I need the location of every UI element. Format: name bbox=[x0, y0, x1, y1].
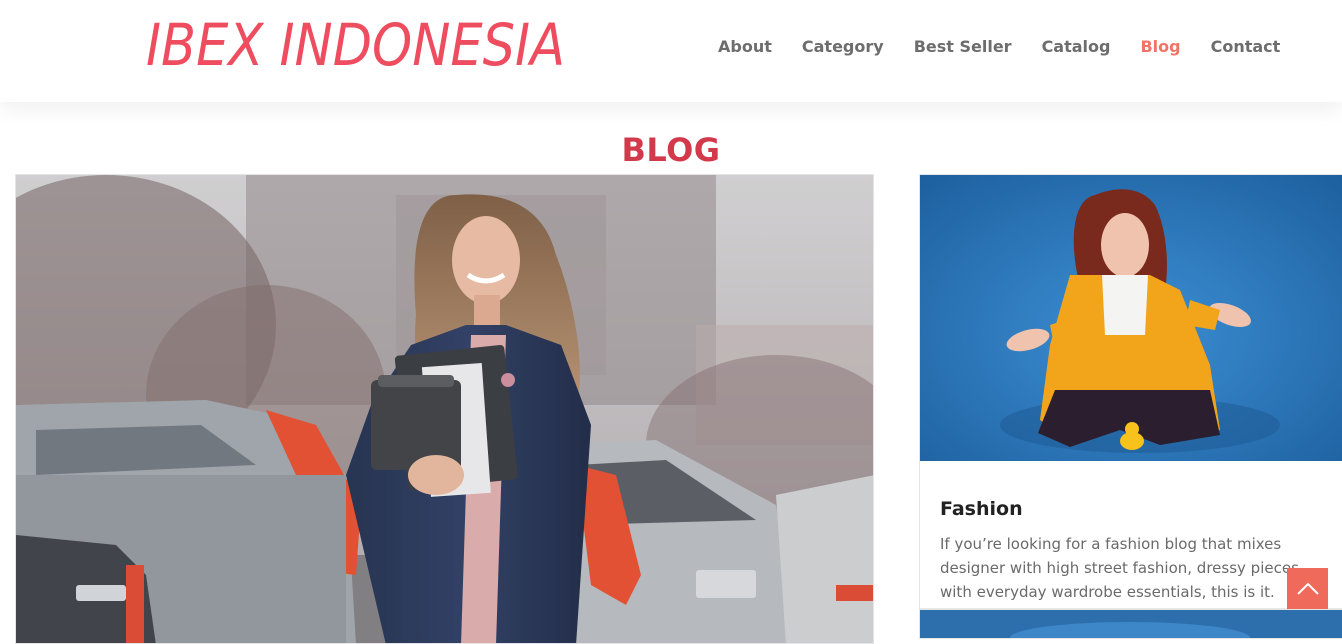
nav-item-contact[interactable]: Contact bbox=[1211, 36, 1281, 58]
nav-item-catalog[interactable]: Catalog bbox=[1042, 36, 1111, 58]
fashion-photo bbox=[920, 175, 1342, 461]
nav-item-about[interactable]: About bbox=[718, 36, 772, 58]
nav-item-category[interactable]: Category bbox=[802, 36, 884, 58]
nav-item-best-seller[interactable]: Best Seller bbox=[914, 36, 1012, 58]
blog-card-next[interactable] bbox=[919, 609, 1342, 639]
site-logo[interactable]: IBEX INDONESIA bbox=[146, 12, 565, 78]
blog-card-excerpt: If you’re looking for a fashion blog tha… bbox=[940, 535, 1299, 601]
chevron-up-icon bbox=[1296, 582, 1319, 595]
blog-card-fashion[interactable]: Fashion If you’re looking for a fashion … bbox=[919, 174, 1342, 609]
nav-item-blog[interactable]: Blog bbox=[1140, 36, 1180, 58]
back-to-top-button[interactable] bbox=[1287, 568, 1328, 609]
blog-card-image[interactable] bbox=[920, 175, 1342, 461]
next-card-photo bbox=[920, 610, 1342, 638]
featured-photo bbox=[16, 175, 873, 643]
featured-post-image[interactable] bbox=[15, 174, 874, 644]
page-title: BLOG bbox=[621, 131, 721, 170]
main-nav: About Category Best Seller Catalog Blog … bbox=[718, 36, 1280, 58]
blog-card-title[interactable]: Fashion bbox=[940, 497, 1023, 521]
site-header: IBEX INDONESIA About Category Best Selle… bbox=[0, 0, 1342, 102]
